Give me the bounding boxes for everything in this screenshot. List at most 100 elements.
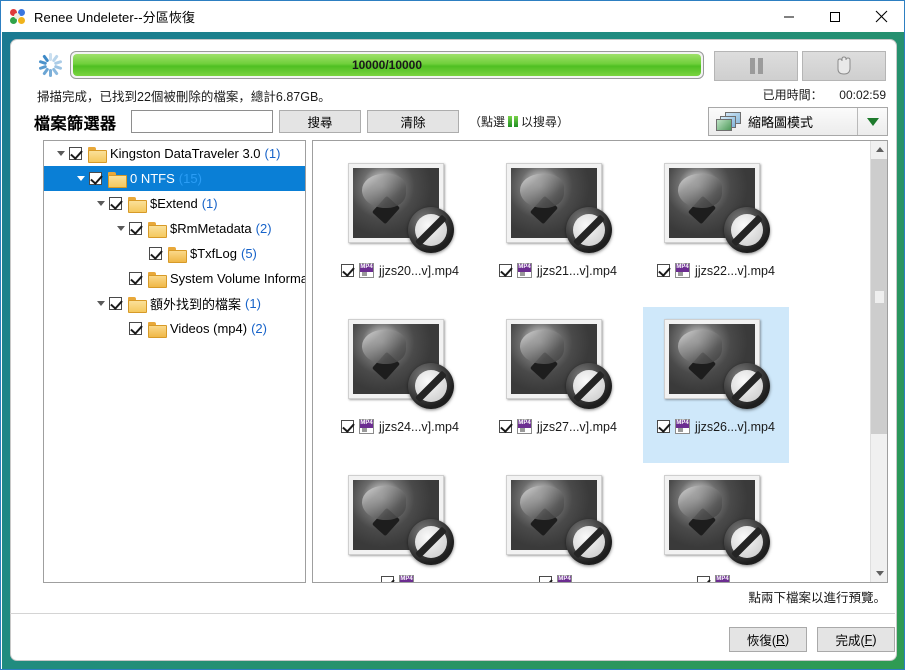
window-controls [766, 1, 904, 32]
filter-hint: （點選 以搜尋） [469, 113, 569, 130]
folder-tree[interactable]: Kingston DataTraveler 3.0 (1) 0 NTFS (15)… [43, 140, 306, 583]
scroll-up-icon[interactable] [871, 141, 887, 158]
thumbnail-label-row: MP4 jjzs20...v].mp4 [341, 263, 459, 278]
green-pause-icon [508, 116, 519, 127]
chevron-down-icon[interactable] [92, 291, 109, 316]
tree-item[interactable]: 0 NTFS (15) [44, 166, 305, 191]
tree-item[interactable]: $Extend (1) [44, 191, 305, 216]
thumbnail-item[interactable]: MP4 [327, 463, 473, 582]
pause-icon [749, 58, 763, 74]
tree-item[interactable]: Kingston DataTraveler 3.0 (1) [44, 141, 305, 166]
search-button[interactable]: 搜尋 [279, 110, 361, 133]
thumbnail-item[interactable]: MP4 jjzs20...v].mp4 [327, 151, 473, 307]
progress-value-label: 10000/10000 [351, 58, 423, 72]
thumbnail-checkbox[interactable] [341, 420, 355, 433]
tree-item-checkbox[interactable] [109, 297, 122, 310]
close-icon[interactable] [858, 1, 904, 32]
thumbnail-checkbox[interactable] [697, 576, 710, 582]
tree-item-checkbox[interactable] [109, 197, 122, 210]
thumbnail-item[interactable]: MP4 jjzs22...v].mp4 [643, 151, 789, 307]
thumbnail-checkbox[interactable] [657, 264, 671, 277]
thumbnail-checkbox[interactable] [381, 576, 394, 582]
restore-button[interactable]: 恢復(R) [729, 627, 807, 652]
folder-icon [148, 221, 167, 238]
clear-button[interactable]: 清除 [367, 110, 459, 133]
mp4-file-icon: MP4 [715, 575, 730, 582]
tree-item[interactable]: $TxfLog (5) [44, 241, 305, 266]
thumbnail-label-row: MP4 jjzs27...v].mp4 [499, 419, 617, 434]
tree-item[interactable]: System Volume Information [44, 266, 305, 291]
thumbnail-item[interactable]: MP4 jjzs24...v].mp4 [327, 307, 473, 463]
thumbnail-filename: jjzs26...v].mp4 [695, 419, 775, 434]
filter-hint-prefix: （點選 [469, 115, 506, 129]
tree-item-count: (5) [240, 246, 257, 261]
file-filter-label: 檔案篩選器 [34, 116, 117, 133]
footer-divider [10, 613, 895, 614]
unavailable-image-icon [348, 475, 454, 565]
tree-item-checkbox[interactable] [89, 172, 102, 185]
title-bar: Renee Undeleter--分區恢復 [1, 1, 904, 32]
stop-hand-icon [837, 56, 851, 75]
thumbnail-filename: jjzs21...v].mp4 [537, 263, 617, 278]
tree-item-count: (2) [251, 321, 267, 336]
chevron-down-icon[interactable] [52, 141, 69, 166]
tree-item[interactable]: Videos (mp4) (2) [44, 316, 305, 341]
maximize-icon[interactable] [812, 1, 858, 32]
unavailable-image-icon [506, 163, 612, 253]
mp4-file-icon: MP4 [675, 419, 691, 434]
thumbnail-item[interactable]: MP4 [485, 463, 631, 582]
thumbnail-label-row: MP4 jjzs24...v].mp4 [341, 419, 459, 434]
thumbnail-list[interactable]: MP4 jjzs20...v].mp4 MP4 jjzs21...v].mp4 MP4 j… [312, 140, 888, 583]
tree-item-count: (1) [264, 146, 281, 161]
tree-item-checkbox[interactable] [129, 322, 142, 335]
tree-item-count: (1) [201, 196, 218, 211]
mp4-file-icon: MP4 [675, 263, 691, 278]
finish-button[interactable]: 完成(F) [817, 627, 895, 652]
elapsed-value: 00:02:59 [839, 88, 886, 102]
thumbnail-item[interactable]: MP4 [643, 463, 789, 582]
thumbnail-scrollbar[interactable] [870, 141, 887, 582]
pause-button[interactable] [714, 51, 798, 81]
tree-item-label: 額外找到的檔案 [150, 297, 242, 312]
view-mode-dropdown[interactable]: 縮略圖模式 [708, 107, 888, 136]
tree-item-checkbox[interactable] [69, 147, 82, 160]
thumbnail-checkbox[interactable] [657, 420, 671, 433]
tree-item-label: $RmMetadata [170, 221, 252, 236]
tree-item[interactable]: 額外找到的檔案 (1) [44, 291, 305, 316]
mp4-file-icon: MP4 [399, 575, 414, 582]
tree-item-checkbox[interactable] [129, 222, 142, 235]
thumbnail-item[interactable]: MP4 jjzs26...v].mp4 [643, 307, 789, 463]
file-filter-input[interactable] [131, 110, 273, 133]
unavailable-image-icon [664, 475, 770, 565]
preview-hint-text: 點兩下檔案以進行預覽。 [748, 591, 886, 605]
thumbnail-checkbox[interactable] [539, 576, 552, 582]
tree-item[interactable]: $RmMetadata (2) [44, 216, 305, 241]
mp4-file-icon: MP4 [517, 263, 533, 278]
thumbnail-label-row: MP4 [381, 575, 419, 582]
thumbnail-filename: jjzs27...v].mp4 [537, 419, 617, 434]
thumbnail-label-row: MP4 [539, 575, 577, 582]
stop-button[interactable] [802, 51, 886, 81]
thumbnail-checkbox[interactable] [499, 264, 513, 277]
tree-item-label: Kingston DataTraveler 3.0 [110, 146, 261, 161]
scroll-down-icon[interactable] [871, 565, 887, 582]
folder-icon [148, 271, 167, 288]
view-mode-label: 縮略圖模式 [748, 115, 814, 130]
thumbnail-filename: jjzs22...v].mp4 [695, 263, 775, 278]
folder-icon [128, 296, 147, 313]
folder-icon [88, 146, 107, 163]
unavailable-image-icon [664, 163, 770, 253]
unavailable-image-icon [348, 319, 454, 409]
minimize-icon[interactable] [766, 1, 812, 32]
thumbnail-checkbox[interactable] [499, 420, 513, 433]
thumbnail-item[interactable]: MP4 jjzs21...v].mp4 [485, 151, 631, 307]
tree-item-checkbox[interactable] [149, 247, 162, 260]
thumbnail-checkbox[interactable] [341, 264, 355, 277]
chevron-down-icon[interactable] [857, 108, 887, 135]
scrollbar-thumb[interactable] [871, 159, 887, 434]
thumbnail-item[interactable]: MP4 jjzs27...v].mp4 [485, 307, 631, 463]
chevron-down-icon[interactable] [112, 216, 129, 241]
chevron-down-icon[interactable] [72, 166, 89, 191]
tree-item-checkbox[interactable] [129, 272, 142, 285]
chevron-down-icon[interactable] [92, 191, 109, 216]
